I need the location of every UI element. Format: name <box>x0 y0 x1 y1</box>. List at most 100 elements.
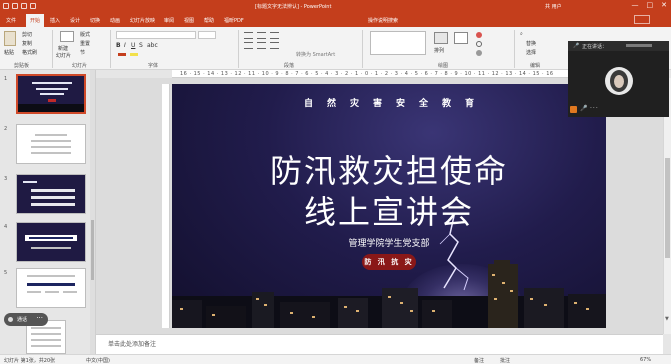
paste-button[interactable]: 粘贴 <box>4 49 14 56</box>
scroll-down-icon[interactable]: ▼ <box>665 316 669 322</box>
notes-placeholder: 单击此处添加备注 <box>108 341 157 348</box>
slide-thumbnail-3[interactable] <box>16 174 86 214</box>
group-clipboard-label: 剪贴板 <box>14 63 30 69</box>
reset-button[interactable]: 重置 <box>80 40 90 47</box>
video-call-overlay[interactable]: 🎤 正在讲话： 🎤 ··· <box>568 41 669 117</box>
microphone-icon[interactable]: 🎤 <box>573 43 579 49</box>
participant-avatar <box>605 67 633 95</box>
slide-thumbnail-1[interactable] <box>16 74 86 114</box>
indent-icon[interactable] <box>270 32 279 39</box>
slide-top-subtitle[interactable]: 自然灾害安全教育 <box>172 96 606 109</box>
quick-styles-icon[interactable] <box>454 32 468 44</box>
zoom-level[interactable]: 67% <box>640 357 651 363</box>
font-size-field[interactable] <box>198 31 216 39</box>
tab-foxit-pdf[interactable]: 福昕PDF <box>224 17 244 24</box>
tab-view[interactable]: 视图 <box>184 17 194 24</box>
undo-icon[interactable] <box>12 3 18 9</box>
tab-design[interactable]: 设计 <box>70 17 80 24</box>
user-name[interactable]: 共 用户 <box>545 3 562 10</box>
tab-insert[interactable]: 插入 <box>50 17 60 24</box>
maximize-button[interactable]: □ <box>647 1 654 9</box>
tab-help[interactable]: 帮助 <box>204 17 214 24</box>
tab-review[interactable]: 审阅 <box>164 17 174 24</box>
call-overlay-topbar: 🎤 正在讲话： <box>568 41 669 51</box>
mic-toggle-icon[interactable]: 🎤 <box>580 105 587 112</box>
tell-me-search[interactable]: 操作说明搜索 <box>368 17 398 24</box>
tab-home[interactable]: 开始 <box>26 14 45 27</box>
font-color-icon[interactable] <box>118 53 126 56</box>
strikethrough-icon[interactable]: abc <box>147 42 158 49</box>
new-slide-sublabel: 幻灯片 <box>56 53 72 59</box>
align-left-icon[interactable] <box>244 42 253 49</box>
convert-smartart-button[interactable]: 转换为 SmartArt <box>296 51 335 58</box>
notes-pane[interactable]: 单击此处添加备注 <box>96 334 663 354</box>
paste-icon[interactable] <box>4 31 16 46</box>
select-button[interactable]: 选择 <box>526 49 536 56</box>
horizontal-ruler: 16 · 15 · 14 · 13 · 12 · 11 · 10 · 9 · 8… <box>172 70 606 78</box>
ribbon-separator <box>238 30 239 68</box>
save-icon[interactable] <box>3 3 9 9</box>
copy-button[interactable]: 复制 <box>22 40 32 47</box>
format-painter-button[interactable]: 格式刷 <box>22 49 37 56</box>
thumbnail-scroll-thumb[interactable] <box>91 220 94 280</box>
more-icon[interactable]: ··· <box>36 314 43 322</box>
font-name-field[interactable] <box>116 31 196 39</box>
shape-outline-icon[interactable] <box>476 41 482 47</box>
find-icon[interactable]: ⌕ <box>520 31 523 37</box>
close-button[interactable]: ✕ <box>661 1 667 9</box>
group-paragraph-label: 段落 <box>284 63 295 69</box>
slide-thumbnail-4[interactable] <box>16 222 86 262</box>
layout-button[interactable]: 版式 <box>80 31 90 38</box>
shapes-gallery[interactable] <box>370 31 426 55</box>
shadow-icon[interactable]: S <box>139 42 143 49</box>
canvas-scroll-thumb[interactable] <box>665 158 670 258</box>
arrange-button[interactable]: 排列 <box>434 47 444 54</box>
slide-number: 5 <box>4 270 8 276</box>
slide-title-line-1[interactable]: 防汛救灾担使命 <box>172 146 606 192</box>
arrange-icon[interactable] <box>434 32 448 44</box>
numbering-icon[interactable] <box>257 32 266 39</box>
shape-fill-icon[interactable] <box>476 32 482 38</box>
pin-icon[interactable] <box>570 106 577 113</box>
slide-number: 1 <box>4 76 8 82</box>
slide-thumbnail-5[interactable] <box>16 268 86 308</box>
slide-thumbnail-2[interactable] <box>16 124 86 164</box>
bullets-icon[interactable] <box>244 32 253 39</box>
notes-toggle[interactable]: 备注 <box>474 357 484 364</box>
speaker-label: 正在讲话： <box>582 44 608 50</box>
slide-title-line-2[interactable]: 线上宣讲会 <box>172 187 606 233</box>
group-drawing-label: 绘图 <box>438 63 449 69</box>
ribbon-separator <box>52 30 53 68</box>
replace-button[interactable]: 替换 <box>526 40 536 47</box>
tab-animations[interactable]: 动画 <box>110 17 120 24</box>
language-status[interactable]: 中文(中国) <box>86 357 110 364</box>
tab-slideshow[interactable]: 幻灯片放映 <box>130 17 155 24</box>
bold-icon[interactable]: B <box>116 42 121 49</box>
comments-toggle[interactable]: 批注 <box>500 357 510 364</box>
tab-file[interactable]: 文件 <box>6 17 16 24</box>
cut-button[interactable]: 剪切 <box>22 31 32 38</box>
slideshow-icon[interactable] <box>30 3 36 9</box>
section-button[interactable]: 节 <box>80 49 85 56</box>
new-slide-button[interactable]: 新建 <box>58 45 68 52</box>
call-pill[interactable]: 通话 ··· <box>4 313 48 326</box>
shape-effects-icon[interactable] <box>476 50 482 56</box>
highlight-color-icon[interactable] <box>130 53 138 56</box>
new-slide-icon[interactable] <box>60 31 74 42</box>
call-pill-label: 通话 <box>17 317 28 323</box>
current-slide[interactable]: 自然灾害安全教育 防汛救灾担使命 线上宣讲会 管理学院学生党支部 防 汛 抗 灾 <box>172 84 606 328</box>
title-bar: [标题文字无法辨认] - PowerPoint 共 用户 — □ ✕ <box>0 0 671 12</box>
slide-thumbnails-panel: 1 2 3 4 5 <box>0 70 96 354</box>
slide-number: 2 <box>4 126 8 132</box>
underline-icon[interactable]: U <box>131 42 135 49</box>
align-center-icon[interactable] <box>257 42 266 49</box>
tab-transitions[interactable]: 切换 <box>90 17 100 24</box>
minimize-button[interactable]: — <box>632 1 639 9</box>
slide-organizer[interactable]: 管理学院学生党支部 <box>172 236 606 249</box>
align-right-icon[interactable] <box>270 42 279 49</box>
share-button[interactable] <box>634 15 650 24</box>
redo-icon[interactable] <box>21 3 27 9</box>
thumbnail-scrollbar[interactable] <box>90 70 95 354</box>
more-options-icon[interactable]: ··· <box>590 105 599 112</box>
italic-icon[interactable]: I <box>124 42 126 49</box>
